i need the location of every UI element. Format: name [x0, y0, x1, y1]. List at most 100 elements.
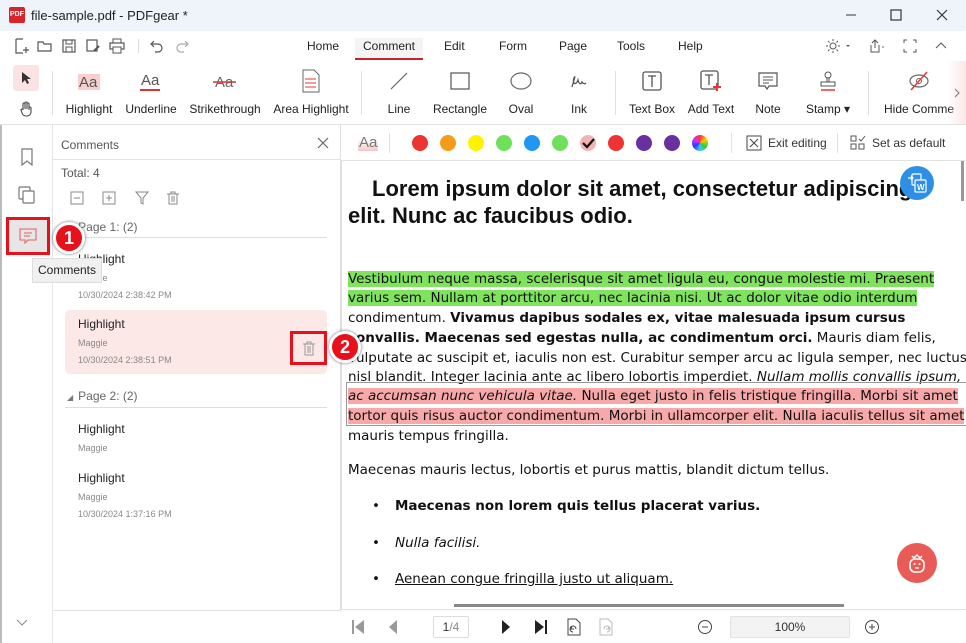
tab-help[interactable]: Help	[670, 38, 711, 60]
first-page-button[interactable]	[349, 618, 367, 636]
line-tool-button[interactable]: Line	[383, 67, 415, 121]
document-scrollbar[interactable]	[961, 161, 964, 201]
color-swatch[interactable]	[608, 135, 624, 151]
fullscreen-button[interactable]	[901, 37, 919, 55]
text-box-tool-button[interactable]: Text Box	[628, 67, 676, 121]
expand-all-button[interactable]	[100, 189, 118, 207]
highlight-tool-button[interactable]: Aa Highlight	[62, 67, 116, 121]
strikethrough-tool-button[interactable]: Aa Strikethrough	[187, 67, 263, 121]
theme-sun-icon	[826, 39, 850, 53]
undo-icon	[150, 40, 163, 53]
color-swatch[interactable]	[524, 135, 540, 151]
delete-all-button[interactable]	[164, 189, 182, 207]
filter-button[interactable]	[133, 189, 151, 207]
rail-expand-button[interactable]	[16, 616, 28, 630]
tab-home[interactable]: Home	[299, 38, 347, 60]
color-swatch-selected[interactable]	[580, 135, 596, 151]
zoom-out-button[interactable]	[696, 618, 714, 636]
redo-button[interactable]	[173, 37, 191, 55]
previous-page-icon	[389, 620, 397, 634]
tab-page[interactable]: Page	[551, 38, 595, 60]
green-highlight[interactable]: Vestibulum neque massa, scelerisque sit …	[348, 271, 935, 287]
zoom-in-button[interactable]	[863, 618, 881, 636]
green-highlight[interactable]: varius sem. Nullam at porttitor arcu, ne…	[348, 290, 918, 306]
pdf-to-word-button[interactable]: W	[900, 166, 934, 200]
tab-tools[interactable]: Tools	[609, 38, 653, 60]
tab-comment[interactable]: Comment	[355, 38, 424, 60]
stamp-tool-button[interactable]: Stamp ▾	[804, 67, 852, 121]
chevron-right-icon	[954, 88, 960, 97]
area-highlight-tool-button[interactable]: Area Highlight	[271, 67, 351, 121]
ink-tool-button[interactable]: Ink	[565, 67, 593, 121]
tab-form[interactable]: Form	[491, 38, 535, 60]
exit-editing-button[interactable]: Exit editing	[746, 135, 827, 151]
collapse-ribbon-button[interactable]	[932, 37, 950, 55]
open-button[interactable]	[36, 37, 54, 55]
rotate-right-button[interactable]	[597, 618, 615, 636]
oval-tool-button[interactable]: Oval	[504, 67, 538, 121]
print-button[interactable]	[108, 37, 126, 55]
save-button[interactable]	[60, 37, 78, 55]
hand-tool-button[interactable]	[13, 97, 39, 121]
rotate-left-button[interactable]	[565, 618, 583, 636]
comment-item[interactable]: Highlight Maggie 10/30/2024 2:38:42 PM	[65, 245, 327, 309]
bookmarks-button[interactable]	[15, 145, 39, 169]
custom-color-picker[interactable]	[692, 135, 708, 151]
save-as-button[interactable]	[84, 37, 102, 55]
pink-highlight[interactable]: ac accumsan nunc vehicula vitae. Nulla e…	[348, 388, 958, 404]
page-group-header[interactable]: ◢ Page 2: (2)	[67, 389, 138, 403]
ink-icon	[571, 76, 587, 88]
next-page-button[interactable]	[497, 618, 515, 636]
filter-icon	[135, 191, 149, 205]
color-swatch[interactable]	[552, 135, 568, 151]
ribbon-scroll-right-button[interactable]	[948, 61, 966, 124]
bullet-dot: •	[372, 535, 380, 551]
pages-button[interactable]	[15, 183, 39, 207]
underline-tool-button[interactable]: Aa Underline	[123, 67, 179, 121]
comment-item-selected[interactable]: Highlight Maggie 10/30/2024 2:38:51 PM	[65, 310, 327, 374]
share-button[interactable]	[866, 37, 888, 55]
rectangle-tool-button[interactable]: Rectangle	[431, 67, 489, 121]
trash-icon	[167, 191, 179, 205]
color-swatch[interactable]	[468, 135, 484, 151]
collapse-all-button[interactable]	[68, 189, 86, 207]
collapse-all-icon	[70, 191, 84, 205]
maximize-icon	[890, 9, 902, 21]
new-file-button[interactable]	[12, 37, 30, 55]
ai-assistant-button[interactable]	[897, 543, 937, 583]
note-tool-button[interactable]: Note	[752, 67, 784, 121]
comment-item[interactable]: Highlight Maggie 10/30/2024 1:37:16 PM	[65, 464, 327, 528]
color-swatch[interactable]	[496, 135, 512, 151]
previous-page-button[interactable]	[384, 618, 402, 636]
menu-bar: Home Comment Edit Form Page Tools Help	[0, 31, 966, 61]
color-swatch[interactable]	[440, 135, 456, 151]
doc-text-line: mauris tempus fringilla.	[348, 428, 509, 444]
zoom-level-field[interactable]: 100%	[730, 616, 850, 638]
oval-icon	[510, 72, 532, 90]
text-style-button[interactable]: Aa	[358, 134, 379, 151]
panel-close-button[interactable]	[315, 137, 331, 153]
bullet-item: • Nulla facilisi.	[372, 535, 481, 551]
window-title: file-sample.pdf - PDFgear *	[31, 8, 188, 23]
color-swatch[interactable]	[664, 135, 680, 151]
color-swatch[interactable]	[636, 135, 652, 151]
collapse-ribbon-icon	[935, 42, 947, 49]
pdf-document-view[interactable]: Lorem ipsum dolor sit amet, consectetur …	[341, 161, 966, 609]
select-tool-button[interactable]	[13, 65, 39, 91]
undo-button[interactable]	[148, 37, 166, 55]
save-icon	[62, 39, 76, 53]
color-swatch[interactable]	[412, 135, 428, 151]
close-button[interactable]	[920, 4, 964, 26]
maximize-button[interactable]	[874, 4, 918, 26]
page-number-input[interactable]: 1/4	[433, 616, 469, 638]
comments-rail-button[interactable]	[6, 217, 50, 255]
set-as-default-button[interactable]: Set as default	[850, 135, 945, 151]
minimize-button[interactable]	[829, 4, 873, 26]
add-text-tool-button[interactable]: Add Text	[686, 67, 736, 121]
tab-edit[interactable]: Edit	[436, 38, 473, 60]
pink-highlight[interactable]: tortor quis risus auctor condimentum. Mo…	[348, 408, 965, 424]
last-page-button[interactable]	[532, 618, 550, 636]
theme-button[interactable]	[824, 37, 854, 55]
comments-tooltip: Comments	[32, 258, 102, 283]
delete-comment-button[interactable]	[290, 331, 327, 365]
